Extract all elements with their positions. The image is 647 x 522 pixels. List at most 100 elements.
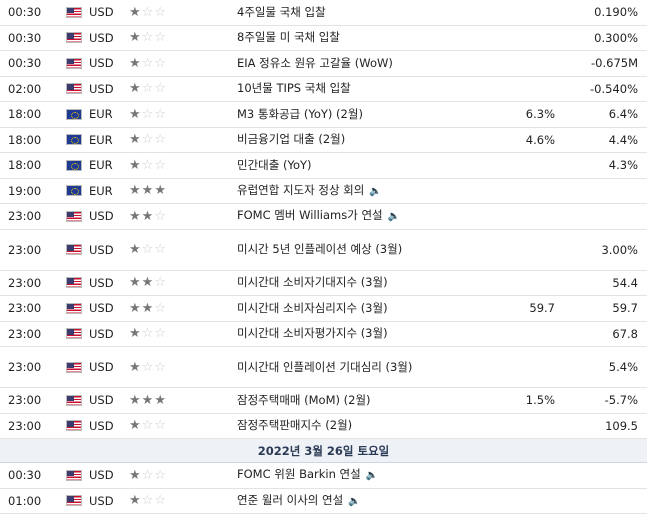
star-filled-icon: ★ bbox=[141, 183, 155, 199]
event-name-cell[interactable]: M3 통화공급 (YoY) (2월) bbox=[237, 106, 463, 123]
event-time: 23:00 bbox=[8, 326, 42, 341]
star-empty-icon: ☆ bbox=[154, 208, 167, 224]
event-name-cell[interactable]: 4주일물 국채 입찰 bbox=[237, 4, 463, 21]
eu-flag-icon bbox=[66, 159, 82, 171]
event-name[interactable]: 유럽연합 지도자 정상 회의 bbox=[237, 183, 364, 197]
us-flag-icon bbox=[66, 302, 82, 314]
star-filled-icon: ★ bbox=[129, 4, 142, 20]
event-name-cell[interactable]: 미시간대 소비자심리지수 (3월) bbox=[237, 300, 463, 317]
currency-code: USD bbox=[89, 360, 114, 374]
event-name[interactable]: 연준 윌러 이사의 연설 bbox=[237, 493, 343, 507]
star-empty-icon: ☆ bbox=[154, 157, 167, 173]
event-name[interactable]: 잠정주택매매 (MoM) (2월) bbox=[237, 393, 371, 407]
event-name-cell[interactable]: 잠정주택판매지수 (2월) bbox=[237, 417, 463, 434]
event-row[interactable]: 23:00 USD ★★★ 잠정주택매매 (MoM) (2월) 1.5% -5.7% bbox=[0, 388, 647, 414]
event-name[interactable]: 미시간대 인플레이션 기대심리 (3월) bbox=[237, 360, 412, 374]
event-row[interactable]: 02:00 USD ★☆☆ 10년물 TIPS 국채 입찰 -0.540% bbox=[0, 77, 647, 102]
event-row[interactable]: 23:00 USD ★★☆ 미시간대 소비자심리지수 (3월) 59.7 59.7 bbox=[0, 296, 647, 322]
star-empty-icon: ☆ bbox=[154, 4, 167, 20]
event-name-cell[interactable]: 8주일물 미 국채 입찰 bbox=[237, 29, 463, 46]
importance-stars: ★★★ bbox=[127, 393, 237, 408]
event-row[interactable]: 23:00 USD ★☆☆ 미시간 5년 인플레이션 예상 (3월) 3.00% bbox=[0, 230, 647, 271]
importance-stars: ★☆☆ bbox=[127, 418, 237, 433]
event-name[interactable]: 8주일물 미 국채 입찰 bbox=[237, 30, 340, 44]
star-filled-icon: ★ bbox=[141, 208, 155, 224]
event-name-cell[interactable]: 잠정주택매매 (MoM) (2월) bbox=[237, 392, 463, 409]
event-name[interactable]: M3 통화공급 (YoY) (2월) bbox=[237, 107, 363, 121]
event-name-cell[interactable]: 미시간 5년 인플레이션 예상 (3월) bbox=[237, 241, 463, 258]
importance-stars: ★☆☆ bbox=[127, 56, 237, 71]
event-name[interactable]: EIA 정유소 원유 고갈율 (WoW) bbox=[237, 56, 393, 70]
currency-code: USD bbox=[89, 326, 114, 341]
event-row[interactable]: 23:00 USD ★☆☆ 미시간대 소비자평가지수 (3월) 67.8 bbox=[0, 322, 647, 347]
forecast-value: 3.00% bbox=[601, 242, 638, 257]
event-name[interactable]: 미시간대 소비자심리지수 (3월) bbox=[237, 301, 388, 315]
event-name-cell[interactable]: 미시간대 소비자평가지수 (3월) bbox=[237, 325, 463, 342]
importance-stars: ★☆☆ bbox=[127, 360, 237, 375]
event-name[interactable]: 4주일물 국채 입찰 bbox=[237, 5, 326, 19]
event-row[interactable]: 23:00 USD ★☆☆ 미시간대 인플레이션 기대심리 (3월) 5.4% bbox=[0, 347, 647, 388]
event-name-cell[interactable]: 미시간대 인플레이션 기대심리 (3월) bbox=[237, 359, 463, 376]
event-name-cell[interactable]: EIA 정유소 원유 고갈율 (WoW) bbox=[237, 55, 463, 72]
event-name-cell[interactable]: 연준 윌러 이사의 연설 🔈 bbox=[237, 492, 463, 510]
event-time: 18:00 bbox=[8, 158, 42, 173]
event-row[interactable]: 01:00 USD ★☆☆ 연준 윌러 이사의 연설 🔈 bbox=[0, 489, 647, 514]
event-row[interactable]: 18:00 EUR ★☆☆ 민간대출 (YoY) 4.3% bbox=[0, 153, 647, 179]
event-row[interactable]: 23:00 USD ★★☆ FOMC 멤버 Williams가 연설 🔈 bbox=[0, 204, 647, 230]
star-filled-icon: ★ bbox=[129, 242, 142, 257]
star-filled-icon: ★ bbox=[129, 275, 142, 291]
event-time: 23:00 bbox=[8, 275, 42, 290]
importance-stars: ★☆☆ bbox=[127, 326, 237, 341]
currency-code: USD bbox=[89, 393, 114, 408]
event-name[interactable]: 미시간대 소비자기대지수 (3월) bbox=[237, 275, 388, 289]
star-filled-icon: ★ bbox=[129, 30, 142, 46]
event-row[interactable]: 23:00 USD ★★☆ 미시간대 소비자기대지수 (3월) 54.4 bbox=[0, 271, 647, 296]
event-row[interactable]: 23:00 USD ★☆☆ 잠정주택판매지수 (2월) 109.5 bbox=[0, 414, 647, 439]
currency-code: USD bbox=[89, 468, 114, 483]
event-name[interactable]: 민간대출 (YoY) bbox=[237, 158, 312, 172]
event-time: 00:30 bbox=[8, 30, 42, 45]
event-row[interactable]: 00:30 USD ★☆☆ EIA 정유소 원유 고갈율 (WoW) -0.675M bbox=[0, 51, 647, 77]
currency-code: USD bbox=[89, 418, 114, 433]
event-row[interactable]: 00:30 USD ★☆☆ FOMC 위원 Barkin 연설 🔈 bbox=[0, 463, 647, 489]
event-row[interactable]: 00:30 USD ★☆☆ 4주일물 국채 입찰 0.190% bbox=[0, 0, 647, 26]
star-empty-icon: ☆ bbox=[141, 4, 155, 20]
event-time: 23:00 bbox=[8, 418, 42, 433]
event-row[interactable]: 18:00 EUR ★☆☆ 비금융기업 대출 (2월) 4.6% 4.4% bbox=[0, 128, 647, 153]
event-name[interactable]: 10년물 TIPS 국채 입찰 bbox=[237, 81, 351, 95]
event-name[interactable]: FOMC 위원 Barkin 연설 bbox=[237, 467, 361, 481]
eu-flag-icon bbox=[66, 185, 82, 197]
event-name-cell[interactable]: 10년물 TIPS 국채 입찰 bbox=[237, 80, 463, 97]
star-filled-icon: ★ bbox=[129, 392, 142, 408]
eu-flag-icon bbox=[66, 108, 82, 120]
event-name[interactable]: 잠정주택판매지수 (2월) bbox=[237, 418, 352, 432]
event-name[interactable]: FOMC 멤버 Williams가 연설 bbox=[237, 208, 383, 222]
star-empty-icon: ☆ bbox=[141, 132, 155, 148]
event-name-cell[interactable]: 미시간대 소비자기대지수 (3월) bbox=[237, 274, 463, 291]
star-empty-icon: ☆ bbox=[154, 55, 167, 71]
star-filled-icon: ★ bbox=[129, 208, 142, 224]
event-row[interactable]: 00:30 USD ★☆☆ 8주일물 미 국채 입찰 0.300% bbox=[0, 26, 647, 51]
event-name[interactable]: 미시간대 소비자평가지수 (3월) bbox=[237, 326, 388, 340]
speaker-icon: 🔈 bbox=[387, 211, 401, 223]
actual-value: 59.7 bbox=[529, 301, 555, 316]
forecast-value: -5.7% bbox=[604, 393, 638, 408]
event-name-cell[interactable]: 유럽연합 지도자 정상 회의 🔈 bbox=[237, 182, 463, 200]
event-row[interactable]: 18:00 EUR ★☆☆ M3 통화공급 (YoY) (2월) 6.3% 6.4% bbox=[0, 102, 647, 128]
event-name[interactable]: 미시간 5년 인플레이션 예상 (3월) bbox=[237, 242, 402, 256]
event-name-cell[interactable]: FOMC 위원 Barkin 연설 🔈 bbox=[237, 466, 463, 484]
event-name-cell[interactable]: 민간대출 (YoY) bbox=[237, 157, 463, 174]
event-name-cell[interactable]: 비금융기업 대출 (2월) bbox=[237, 131, 463, 148]
event-name[interactable]: 비금융기업 대출 (2월) bbox=[237, 132, 345, 146]
event-row[interactable]: 19:00 EUR ★★★ 유럽연합 지도자 정상 회의 🔈 bbox=[0, 179, 647, 204]
star-empty-icon: ☆ bbox=[154, 418, 167, 434]
us-flag-icon bbox=[66, 57, 82, 69]
event-time: 23:00 bbox=[8, 360, 42, 374]
importance-stars: ★☆☆ bbox=[127, 242, 237, 257]
star-filled-icon: ★ bbox=[141, 275, 155, 291]
event-name-cell[interactable]: FOMC 멤버 Williams가 연설 🔈 bbox=[237, 207, 463, 225]
currency-code: EUR bbox=[89, 158, 113, 173]
star-filled-icon: ★ bbox=[154, 183, 167, 199]
forecast-value: 4.4% bbox=[608, 132, 638, 147]
currency-code: USD bbox=[89, 56, 114, 71]
